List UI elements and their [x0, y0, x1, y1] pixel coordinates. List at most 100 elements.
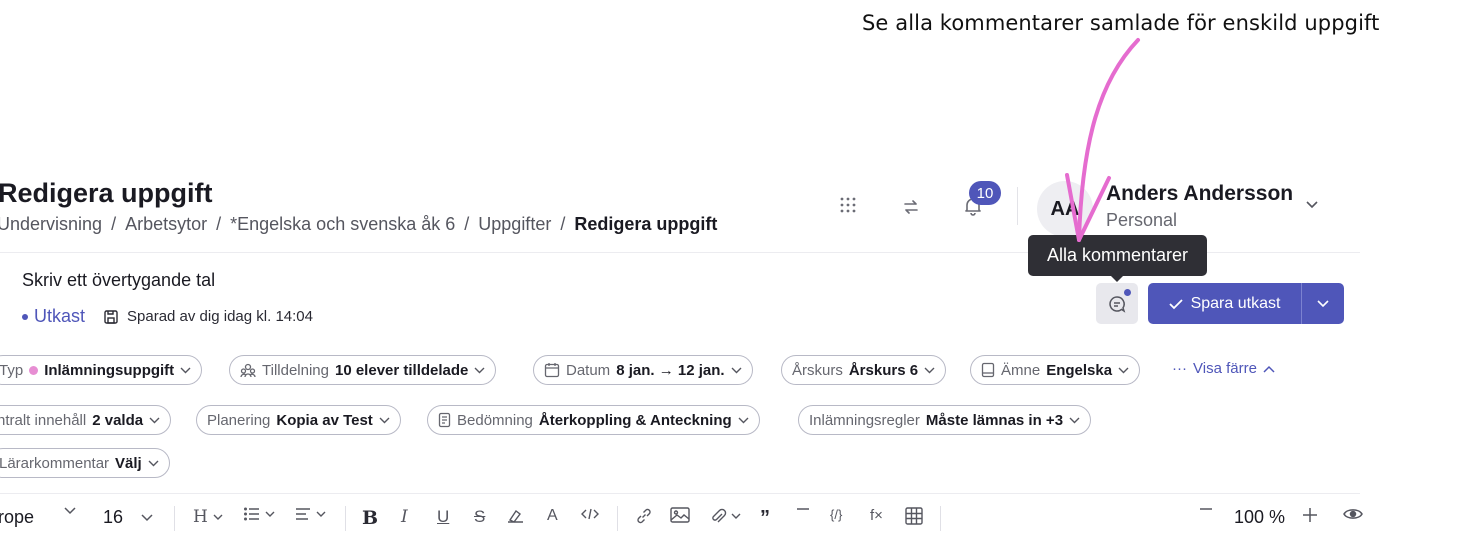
chip-value: 10 elever tilldelade: [334, 361, 469, 379]
breadcrumb-item[interactable]: *Engelska och svenska åk 6: [230, 214, 455, 235]
table-button[interactable]: [905, 507, 923, 525]
quote-icon: ”: [760, 507, 770, 529]
apps-grid-icon[interactable]: [840, 197, 856, 218]
chip-typ[interactable]: Typ Inlämningsuppgift: [0, 355, 203, 385]
chip-value: Måste lämnas in +3: [925, 411, 1064, 429]
code-button[interactable]: [581, 507, 599, 521]
breadcrumb-item[interactable]: Uppgifter: [478, 214, 551, 235]
quote-button[interactable]: ”: [760, 507, 770, 530]
document-icon: [438, 412, 451, 428]
tooltip: Alla kommentarer: [1028, 235, 1207, 276]
annotation-arrow: [1065, 38, 1140, 242]
header-divider: [1017, 187, 1018, 225]
paperclip-icon: [712, 508, 727, 523]
zoom-out-button[interactable]: [1199, 507, 1213, 511]
chip-lararkommentar[interactable]: Lärarkommentar Välj: [0, 448, 170, 478]
chip-inlamningsregler[interactable]: Inlämningsregler Måste lämnas in +3: [798, 405, 1092, 435]
heading-icon: H: [193, 507, 208, 527]
save-draft-button[interactable]: Spara utkast: [1148, 283, 1344, 324]
strikethrough-icon: S: [474, 507, 486, 526]
chevron-down-icon: [265, 511, 275, 517]
chip-value: Engelska: [1046, 361, 1113, 379]
link-button[interactable]: [635, 507, 653, 525]
chip-value: Återkoppling & Anteckning: [538, 411, 732, 429]
zoom-in-button[interactable]: [1302, 507, 1318, 523]
underline-button[interactable]: U: [437, 507, 449, 527]
preview-button[interactable]: [1343, 507, 1363, 521]
chip-label: ntralt innehåll: [0, 411, 87, 429]
font-family-select[interactable]: rope: [0, 507, 34, 528]
breadcrumb: Undervisning / Arbetsytor / *Engelska oc…: [0, 214, 717, 235]
chip-value: 2 valda: [92, 411, 144, 429]
bold-icon: B: [362, 507, 379, 529]
save-icon: [103, 309, 119, 325]
plus-icon: [1303, 508, 1317, 522]
chevron-down-icon: [1118, 367, 1129, 373]
heading-button[interactable]: H: [193, 507, 223, 527]
chevron-down-icon: [474, 367, 485, 373]
chip-arskurs[interactable]: Årskurs Årskurs 6: [781, 355, 947, 385]
chip-label: Ämne: [1001, 361, 1041, 379]
chip-label: Årskurs: [792, 361, 843, 379]
strikethrough-button[interactable]: S: [474, 507, 485, 527]
underline-icon: U: [437, 507, 450, 526]
chip-amne[interactable]: Ämne Engelska: [970, 355, 1141, 385]
chevron-down-icon: [180, 367, 191, 373]
text-color-icon: A: [547, 507, 558, 524]
notification-badge: 10: [969, 181, 1001, 205]
chevron-down-icon: [731, 367, 742, 373]
attachment-button[interactable]: [709, 507, 741, 525]
image-button[interactable]: [670, 507, 690, 523]
image-icon: [670, 507, 690, 523]
variable-icon: {/}: [830, 507, 843, 522]
formula-button[interactable]: f×: [870, 507, 883, 524]
minus-icon: [1200, 508, 1212, 510]
chip-planering[interactable]: Planering Kopia av Test: [196, 405, 401, 435]
chip-label: Bedömning: [457, 411, 533, 429]
highlight-button[interactable]: [507, 507, 525, 523]
chip-datum[interactable]: Datum 8 jan. → 12 jan.: [533, 355, 753, 385]
chip-bedomning[interactable]: Bedömning Återkoppling & Anteckning: [427, 405, 760, 435]
breadcrumb-item[interactable]: Undervisning: [0, 214, 102, 235]
list-button[interactable]: [244, 507, 275, 521]
all-comments-button[interactable]: [1096, 283, 1138, 324]
task-title: Skriv ett övertygande tal: [22, 270, 216, 290]
align-button[interactable]: [295, 507, 326, 521]
status-badge: Utkast: [34, 306, 86, 326]
zoom-value: 100 %: [1234, 507, 1286, 527]
italic-button[interactable]: I: [401, 507, 408, 527]
chevron-down-icon: [738, 417, 749, 423]
toolbar-divider: [174, 506, 175, 531]
check-icon: [1168, 298, 1183, 309]
font-size-select[interactable]: 16: [103, 507, 153, 528]
tooltip-tail: [1110, 275, 1124, 282]
save-draft-main[interactable]: Spara utkast: [1148, 283, 1302, 324]
chip-label: Typ: [0, 361, 24, 379]
bold-button[interactable]: B: [362, 507, 378, 529]
chip-tilldelning[interactable]: Tilldelning 10 elever tilldelade: [229, 355, 497, 385]
chevron-down-icon[interactable]: [1305, 196, 1319, 214]
annotation-text: Se alla kommentarer samlade för enskild …: [862, 11, 1380, 35]
show-less-link[interactable]: ··· Visa färre: [1172, 360, 1275, 377]
breadcrumb-item[interactable]: Arbetsytor: [125, 214, 207, 235]
font-family-chevron[interactable]: [64, 507, 76, 515]
ellipsis-icon: ···: [1172, 360, 1187, 377]
chevron-down-icon: [213, 514, 223, 520]
table-icon: [905, 507, 923, 525]
zoom-level: 100 %: [1234, 507, 1285, 528]
breadcrumb-separator: /: [464, 214, 470, 234]
switch-arrows-icon[interactable]: [903, 198, 919, 219]
status-dot: [22, 313, 28, 320]
avatar[interactable]: AA: [1037, 181, 1093, 237]
breadcrumb-separator: /: [216, 214, 222, 234]
user-name[interactable]: Anders Andersson: [1106, 182, 1293, 206]
calendar-icon: [544, 363, 560, 378]
chip-centralt-innehall[interactable]: ntralt innehåll 2 valda: [0, 405, 172, 435]
toolbar-divider: [940, 506, 941, 531]
variable-button[interactable]: {/}: [830, 507, 842, 522]
chip-label: Inlämningsregler: [809, 411, 920, 429]
text-color-button[interactable]: A: [547, 507, 558, 525]
highlighter-icon: [508, 509, 523, 523]
save-options-dropdown[interactable]: [1302, 283, 1344, 324]
horizontal-rule-button[interactable]: [796, 507, 810, 511]
